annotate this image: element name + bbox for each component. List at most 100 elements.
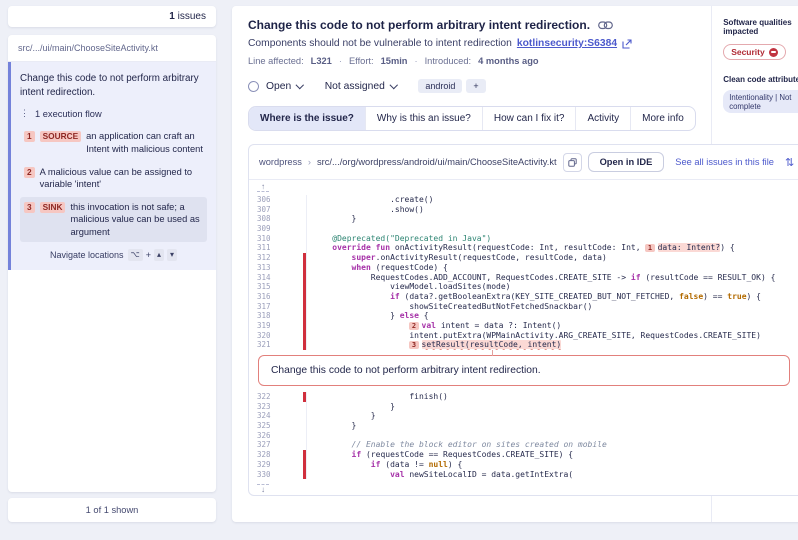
code-token: newSiteLocalID = data.getIntExtra( — [405, 470, 574, 479]
issue-header: Change this code to not perform arbitrar… — [248, 18, 695, 93]
issue-detail-panel: Software qualities impacted Security Cle… — [232, 6, 798, 522]
status-select[interactable]: Open — [248, 81, 303, 92]
code-token: data: Intent? — [658, 243, 721, 252]
tab-activity[interactable]: Activity — [576, 107, 631, 130]
arrow-down-key-icon[interactable]: ▾ — [167, 249, 177, 261]
navigate-locations-label: Navigate locations — [50, 250, 124, 260]
code-token — [313, 292, 390, 301]
code-marker-badge[interactable]: 1 — [645, 244, 654, 252]
meta-separator: · — [339, 56, 342, 66]
code-token — [313, 450, 352, 459]
code-token: showSiteCreatedButNotFetchedSnackbar() — [313, 302, 592, 311]
execution-flow-row[interactable]: ⋮ 1 execution flow — [20, 108, 207, 119]
tab-why-is-this-an-issue[interactable]: Why is this an issue? — [366, 107, 483, 130]
code-marker-badge[interactable]: 2 — [409, 322, 418, 330]
code-line: 319 2val intent = data ?: Intent() — [249, 321, 798, 331]
code-line: 316 if (data?.getBooleanExtra(KEY_SITE_C… — [249, 292, 798, 302]
open-in-ide-button[interactable]: Open in IDE — [588, 152, 665, 172]
security-quality-label: Security — [731, 47, 765, 57]
expand-up-row: ↑ — [249, 180, 798, 193]
tab-how-can-i-fix-it[interactable]: How can I fix it? — [483, 107, 577, 130]
issue-page: 1 issues src/.../ui/main/ChooseSiteActiv… — [0, 0, 798, 528]
code-token — [313, 340, 409, 349]
flow-location-3[interactable]: 3 SINK this invocation is not safe; a mali… — [20, 197, 207, 243]
code-line: 321 3setResult(resultCode, intent) — [249, 340, 798, 350]
issue-list-item[interactable]: Change this code to not perform arbitrar… — [8, 62, 216, 270]
code-line: 306 .create() — [249, 195, 798, 205]
code-line: 308 } — [249, 214, 798, 224]
code-text: } — [306, 411, 798, 421]
meta-label: Effort: — [349, 56, 374, 66]
code-text: } else { — [306, 311, 798, 321]
code-line: 330 val newSiteLocalID = data.getIntExtr… — [249, 470, 798, 480]
line-number: 325 — [249, 421, 303, 431]
flow-location-2[interactable]: 2A malicious value can be assigned to va… — [20, 162, 207, 195]
copy-path-button[interactable] — [563, 153, 582, 172]
rule-link[interactable]: kotlinsecurity:S6384 — [517, 38, 617, 49]
see-all-issues-link[interactable]: See all issues in this file — [675, 157, 774, 167]
code-line: 314 RequestCodes.ADD_ACCOUNT, RequestCod… — [249, 273, 798, 283]
code-token: } — [313, 402, 395, 411]
issue-file-path: src/.../ui/main/ChooseSiteActivity.kt — [8, 35, 216, 62]
code-token: true — [727, 292, 746, 301]
line-number: 308 — [249, 214, 303, 224]
line-number: 313 — [249, 263, 303, 273]
tab-more-info[interactable]: More info — [631, 107, 695, 130]
code-text — [306, 431, 798, 441]
code-token: if — [390, 292, 400, 301]
tag-group: android + — [418, 79, 485, 93]
code-token: val — [390, 470, 404, 479]
breadcrumb-separator: › — [308, 157, 311, 167]
meta-separator: · — [414, 56, 417, 66]
code-token: } — [313, 421, 356, 430]
location-kind-badge: SINK — [40, 202, 66, 213]
code-token: { — [419, 311, 429, 320]
tag-android[interactable]: android — [418, 79, 462, 93]
flow-location-1[interactable]: 1SOURCEan application can craft an Inten… — [20, 126, 207, 159]
tab-where-is-the-issue[interactable]: Where is the issue? — [249, 107, 366, 130]
location-number-badge: 2 — [24, 167, 35, 178]
issues-list-panel: src/.../ui/main/ChooseSiteActivity.kt Ch… — [8, 35, 216, 492]
code-text: } — [306, 421, 798, 431]
location-text: this invocation is not safe; a malicious… — [70, 201, 203, 239]
expand-code-up-button[interactable]: ↑ — [257, 182, 269, 192]
option-key-icon[interactable]: ⌥ — [128, 249, 143, 261]
code-line: 326 — [249, 431, 798, 441]
meta-value: 4 months ago — [478, 56, 538, 66]
line-number: 329 — [249, 460, 303, 470]
code-line: 309 — [249, 224, 798, 234]
code-token: (data != — [380, 460, 428, 469]
issue-title: Change this code to not perform arbitrar… — [248, 18, 590, 32]
link-icon[interactable] — [598, 21, 613, 30]
code-token — [313, 253, 352, 262]
code-token: .create() — [313, 195, 433, 204]
expand-code-down-button[interactable]: ↓ — [257, 484, 269, 494]
code-token — [313, 263, 352, 272]
code-token: super — [352, 253, 376, 262]
code-line: 329 if (data != null) { — [249, 460, 798, 470]
code-marker-badge[interactable]: 3 — [409, 341, 418, 349]
location-number-badge: 3 — [24, 202, 35, 213]
clean-code-attribute-pill[interactable]: Intentionality | Not complete — [723, 90, 798, 113]
code-text: intent.putExtra(WPMainActivity.ARG_CREAT… — [306, 331, 798, 341]
copy-icon — [568, 158, 577, 167]
add-tag-button[interactable]: + — [466, 79, 485, 93]
code-text: if (data != null) { — [306, 460, 798, 470]
code-token: if — [371, 460, 381, 469]
meta-label: Line affected: — [248, 56, 304, 66]
line-number: 314 — [249, 273, 303, 283]
breadcrumb-project[interactable]: wordpress — [259, 157, 302, 167]
issue-list-title: Change this code to not perform arbitrar… — [20, 72, 207, 99]
expand-all-icon[interactable]: ⇅ — [785, 156, 794, 169]
code-line: 328 if (requestCode == RequestCodes.CREA… — [249, 450, 798, 460]
security-quality-pill[interactable]: Security — [723, 44, 786, 60]
code-token: } — [313, 214, 356, 223]
arrow-up-key-icon[interactable]: ▴ — [154, 249, 164, 261]
meta-value: L321 — [311, 56, 332, 66]
assignee-select[interactable]: Not assigned — [325, 81, 397, 92]
code-text — [306, 224, 798, 234]
code-token: if — [352, 450, 362, 459]
line-number: 326 — [249, 431, 303, 441]
meta-value: 15min — [381, 56, 408, 66]
code-token: .show() — [313, 205, 424, 214]
